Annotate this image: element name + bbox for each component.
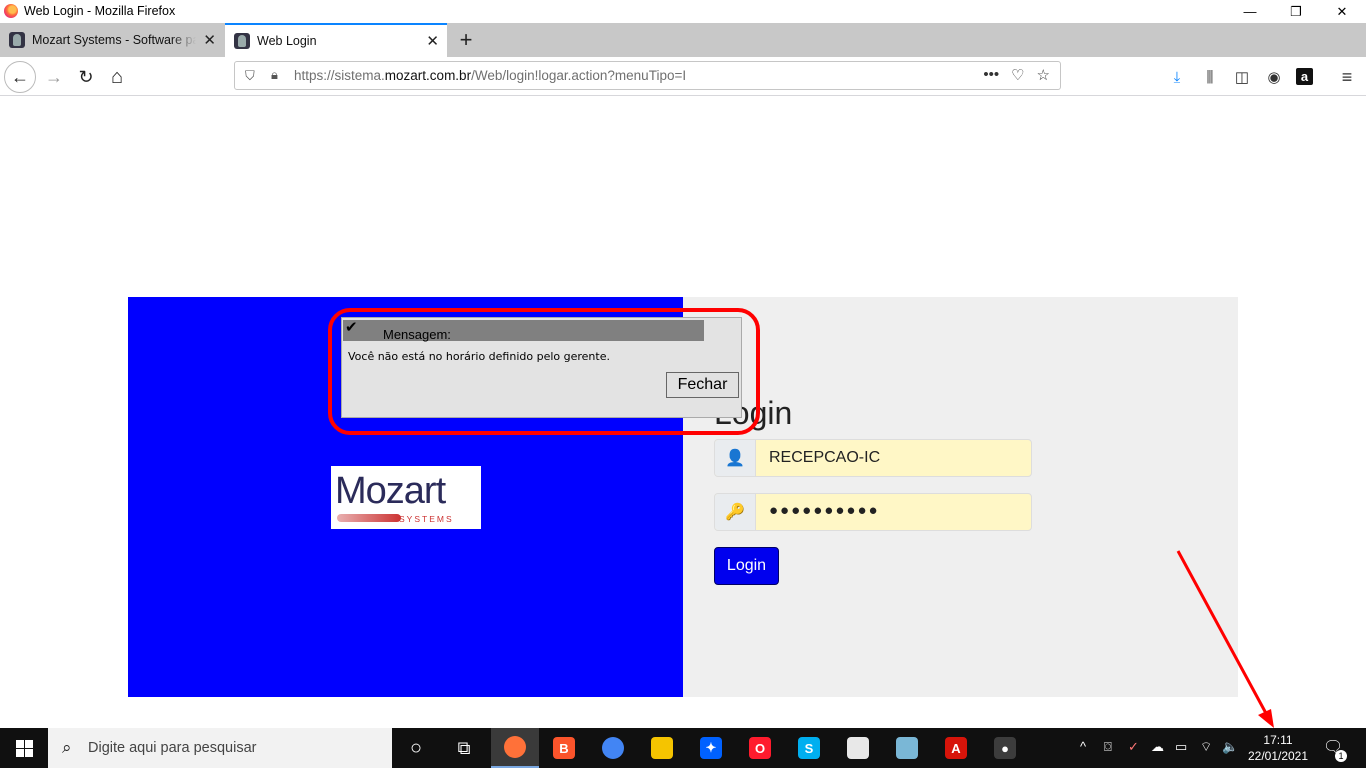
tab-label: Web Login: [257, 34, 317, 48]
taskbar-brave[interactable]: B: [540, 728, 588, 768]
reload-button[interactable]: ↻: [70, 61, 102, 93]
favicon-icon: [9, 32, 25, 48]
taskbar-acrobat[interactable]: A: [932, 728, 980, 768]
menu-icon[interactable]: ≡: [1337, 67, 1357, 87]
password-field[interactable]: 🔑 ●●●●●●●●●●: [714, 493, 1032, 531]
tab-strip: Mozart Systems - Software para ✕ Web Log…: [0, 23, 1366, 57]
amazon-icon[interactable]: a: [1296, 68, 1313, 85]
page-content: Mozart SYSTEMS Login 👤 RECEPCAO-IC 🔑 ●●●…: [0, 97, 1366, 728]
file-explorer-icon: [651, 737, 673, 759]
pocket-icon[interactable]: ♡: [1011, 66, 1024, 84]
key-icon: 🔑: [715, 494, 756, 530]
taskbar-dropbox[interactable]: ✦: [687, 728, 735, 768]
taskbar-app-notes[interactable]: [883, 728, 931, 768]
taskbar-chrome[interactable]: [589, 728, 637, 768]
opera-icon: O: [749, 737, 771, 759]
chrome-icon: [602, 737, 624, 759]
defender-icon[interactable]: ✓: [1128, 739, 1139, 755]
tab-web-login[interactable]: Web Login ✕: [225, 23, 447, 57]
new-tab-button[interactable]: +: [452, 23, 480, 57]
firefox-icon: [4, 4, 18, 18]
app-notes-icon: [896, 737, 918, 759]
close-tab-icon[interactable]: ✕: [203, 31, 216, 49]
tab-mozart-systems[interactable]: Mozart Systems - Software para ✕: [0, 23, 224, 57]
onedrive-icon[interactable]: ☁: [1151, 739, 1164, 755]
tray-chevron-icon[interactable]: ^: [1080, 739, 1086, 754]
bookmark-star-icon[interactable]: ☆: [1037, 66, 1050, 84]
cortana-button[interactable]: ○: [392, 728, 440, 768]
url-text[interactable]: https://sistema.mozart.com.br/Web/login!…: [294, 68, 686, 83]
back-button[interactable]: ←: [4, 61, 36, 93]
taskbar-obs[interactable]: ●: [981, 728, 1029, 768]
password-value[interactable]: ●●●●●●●●●●: [769, 502, 880, 519]
taskbar-file-explorer[interactable]: [638, 728, 686, 768]
downloads-icon[interactable]: ⤓: [1167, 67, 1187, 87]
close-window-button[interactable]: ✕: [1319, 0, 1365, 23]
taskbar-search[interactable]: ⌕ Digite aqui para pesquisar: [48, 728, 392, 768]
favicon-icon: [234, 33, 250, 49]
shield-icon[interactable]: ⛉: [245, 68, 255, 84]
taskbar-skype[interactable]: S: [785, 728, 833, 768]
taskbar: ⌕ Digite aqui para pesquisar ○ ⧉ B ✦ O S A ● …: [0, 728, 1366, 768]
mozart-logo: Mozart SYSTEMS: [331, 466, 481, 529]
volume-icon[interactable]: 🔈: [1222, 739, 1238, 755]
window-title: Web Login - Mozilla Firefox: [24, 4, 176, 18]
library-icon[interactable]: ⫼: [1200, 67, 1220, 87]
firefox-icon: [504, 736, 526, 758]
window-title-bar: Web Login - Mozilla Firefox — ❐ ✕: [0, 0, 1366, 23]
meet-now-icon[interactable]: ⌼: [1104, 739, 1112, 755]
page-actions-icon[interactable]: •••: [983, 66, 999, 84]
url-bar[interactable]: ⛉ 🔒︎ https://sistema.mozart.com.br/Web/l…: [234, 61, 1061, 90]
obs-icon: ●: [994, 737, 1016, 759]
annotation-highlight-ellipse: [328, 308, 760, 435]
user-icon: 👤: [715, 440, 756, 476]
lock-icon[interactable]: 🔒︎: [271, 67, 278, 83]
sidebar-icon[interactable]: ◫: [1232, 67, 1252, 87]
search-placeholder: Digite aqui para pesquisar: [88, 740, 257, 756]
wifi-icon[interactable]: ⌔: [1200, 739, 1212, 755]
taskbar-firefox[interactable]: [491, 728, 539, 768]
battery-icon[interactable]: ▭: [1175, 739, 1187, 755]
windows-icon: [15, 739, 33, 757]
account-icon[interactable]: ◉: [1264, 67, 1284, 87]
username-field[interactable]: 👤 RECEPCAO-IC: [714, 439, 1032, 477]
clock-time: 17:11: [1263, 733, 1293, 747]
close-tab-icon[interactable]: ✕: [426, 32, 439, 50]
taskbar-opera[interactable]: O: [736, 728, 784, 768]
minimize-button[interactable]: —: [1227, 0, 1273, 23]
brave-icon: B: [553, 737, 575, 759]
login-button[interactable]: Login: [714, 547, 779, 585]
task-view-button[interactable]: ⧉: [440, 728, 488, 768]
acrobat-icon: A: [945, 737, 967, 759]
taskbar-app-anydesk[interactable]: [834, 728, 882, 768]
navigation-toolbar: ← → ↻ ⌂ ⛉ 🔒︎ https://sistema.mozart.com.…: [0, 57, 1366, 96]
app-anydesk-icon: [847, 737, 869, 759]
tab-label: Mozart Systems - Software para: [32, 33, 196, 47]
skype-icon: S: [798, 737, 820, 759]
start-button[interactable]: [0, 728, 48, 768]
notification-count-badge: 1: [1335, 750, 1347, 762]
clock[interactable]: 17:11 22/01/2021: [1245, 732, 1311, 764]
search-icon: ⌕: [62, 738, 72, 757]
dropbox-icon: ✦: [700, 737, 722, 759]
clock-date: 22/01/2021: [1247, 749, 1309, 763]
home-button[interactable]: ⌂: [101, 61, 133, 93]
annotation-arrow: [1176, 550, 1274, 728]
forward-button[interactable]: →: [38, 61, 70, 93]
username-value[interactable]: RECEPCAO-IC: [769, 449, 880, 467]
restore-button[interactable]: ❐: [1273, 0, 1319, 23]
